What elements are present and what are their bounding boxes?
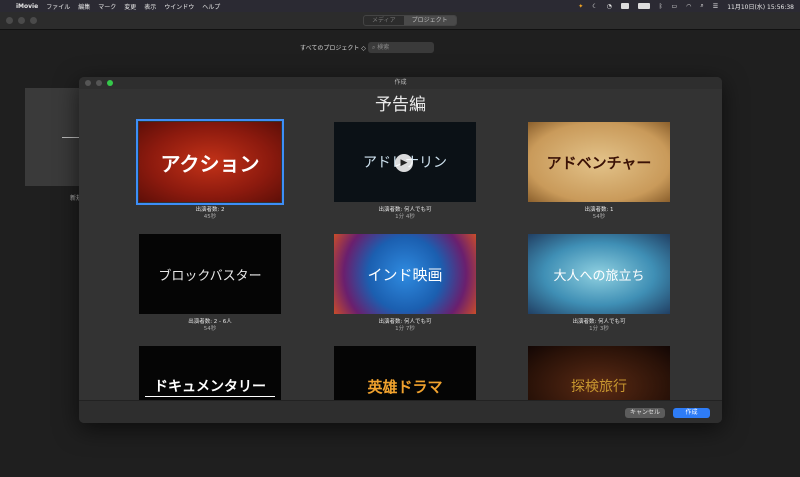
bluetooth-icon[interactable]: ᛒ — [659, 3, 663, 10]
create-button[interactable]: 作成 — [673, 408, 710, 418]
control-center-icon[interactable]: ☰ — [713, 3, 718, 10]
dialog-window-controls — [85, 80, 113, 86]
trailer-title: ブロックバスター — [158, 268, 262, 284]
dialog-title: 作成 — [394, 79, 407, 86]
moon-icon[interactable]: ☾ — [592, 3, 597, 10]
trailer-tile[interactable]: インド映画 — [334, 234, 476, 314]
dialog-close-button[interactable] — [85, 80, 91, 86]
app-menu[interactable]: iMovie — [16, 3, 38, 10]
minimize-button[interactable] — [18, 17, 25, 24]
trailer-tile[interactable]: アドレナリン▶ — [334, 122, 476, 202]
trailer-duration: 1分 3秒 — [589, 326, 609, 332]
wifi-icon[interactable]: ◠ — [686, 3, 691, 10]
window-titlebar: メディア プロジェクト — [0, 12, 800, 30]
search-input[interactable]: ⌕ 検索 — [368, 42, 434, 53]
tab-projects[interactable]: プロジェクト — [403, 16, 456, 25]
input-source-icon[interactable] — [620, 3, 629, 9]
menu-modify[interactable]: 変更 — [124, 2, 136, 11]
trailer-cast: 出演者数: 何人でも可 — [572, 319, 626, 325]
window-controls — [6, 17, 37, 24]
underline-rule — [145, 396, 275, 397]
timer-icon[interactable]: ◔ — [607, 3, 612, 10]
trailer-tile[interactable]: アドベンチャー — [528, 122, 670, 202]
battery-icon[interactable] — [637, 3, 650, 9]
trailer-cast: 出演者数: 何人でも可 — [378, 207, 432, 213]
tab-media[interactable]: メディア — [364, 16, 404, 25]
trailer-tile[interactable]: アクション — [136, 119, 284, 205]
trailer-cast: 出演者数: 1 — [584, 207, 614, 213]
menu-view[interactable]: 表示 — [144, 2, 156, 11]
trailer-tile[interactable]: 大人への旅立ち — [528, 234, 670, 314]
menu-window[interactable]: ウインドウ — [164, 2, 194, 11]
close-button[interactable] — [6, 17, 13, 24]
menu-help[interactable]: ヘルプ — [202, 2, 220, 11]
create-dialog: 作成 予告編 アクション出演者数: 245秒 アドレナリン▶ 出演者数: 何人でも可… — [79, 77, 722, 423]
clock[interactable]: 11月10日(水) 15:56:38 — [727, 2, 794, 11]
zoom-button[interactable] — [30, 17, 37, 24]
dialog-heading: 予告編 — [375, 95, 426, 115]
trailer-tile[interactable]: ブロックバスター — [139, 234, 281, 314]
media-project-toggle: メディア プロジェクト — [363, 15, 457, 26]
menu-edit[interactable]: 編集 — [78, 2, 90, 11]
dialog-titlebar: 作成 — [79, 77, 722, 89]
trailer-cast: 出演者数: 2 — [195, 207, 225, 213]
new-project-card[interactable] — [25, 88, 85, 186]
trailer-caption: 出演者数: 1 54秒 — [528, 207, 670, 221]
trailer-title: アクション — [160, 151, 260, 176]
trailer-caption: 出演者数: 2 45秒 — [139, 207, 281, 221]
trailer-title: 大人への旅立ち — [553, 268, 645, 284]
trailer-title: アドベンチャー — [546, 153, 652, 172]
project-toolbar: すべてのプロジェクト ◇ ⌕ 検索 — [0, 42, 800, 54]
search-placeholder: 検索 — [377, 44, 390, 51]
trailer-duration: 45秒 — [203, 214, 217, 220]
trailer-cast: 出演者数: 何人でも可 — [378, 319, 432, 325]
colorful-app-icon[interactable]: ✦ — [578, 3, 583, 10]
trailer-cast: 出演者数: 2 - 6人 — [188, 319, 232, 325]
trailer-duration: 1分 7秒 — [395, 326, 415, 332]
trailer-title: インド映画 — [367, 265, 443, 284]
project-filter-select[interactable]: すべてのプロジェクト ◇ — [300, 43, 366, 52]
cancel-button[interactable]: キャンセル — [625, 408, 665, 418]
menu-file[interactable]: ファイル — [46, 2, 70, 11]
trailer-duration: 54秒 — [592, 214, 606, 220]
menu-mark[interactable]: マーク — [98, 2, 116, 11]
display-icon[interactable]: ▭ — [672, 3, 678, 10]
menu-bar: iMovie ファイル 編集 マーク 変更 表示 ウインドウ ヘルプ ✦ ☾ ◔… — [0, 0, 800, 12]
dialog-zoom-button[interactable] — [107, 80, 113, 86]
trailer-duration: 1分 4秒 — [395, 214, 415, 220]
dialog-minimize-button[interactable] — [96, 80, 102, 86]
trailer-caption: 出演者数: 2 - 6人 54秒 — [139, 319, 281, 333]
trailer-caption: 出演者数: 何人でも可 1分 4秒 — [334, 207, 476, 221]
dialog-footer: キャンセル 作成 — [79, 400, 722, 423]
trailer-caption: 出演者数: 何人でも可 1分 7秒 — [334, 319, 476, 333]
search-icon[interactable]: ⌕ — [700, 2, 703, 10]
trailer-duration: 54秒 — [203, 326, 217, 332]
trailer-caption: 出演者数: 何人でも可 1分 3秒 — [528, 319, 670, 333]
play-icon[interactable]: ▶ — [395, 154, 413, 172]
